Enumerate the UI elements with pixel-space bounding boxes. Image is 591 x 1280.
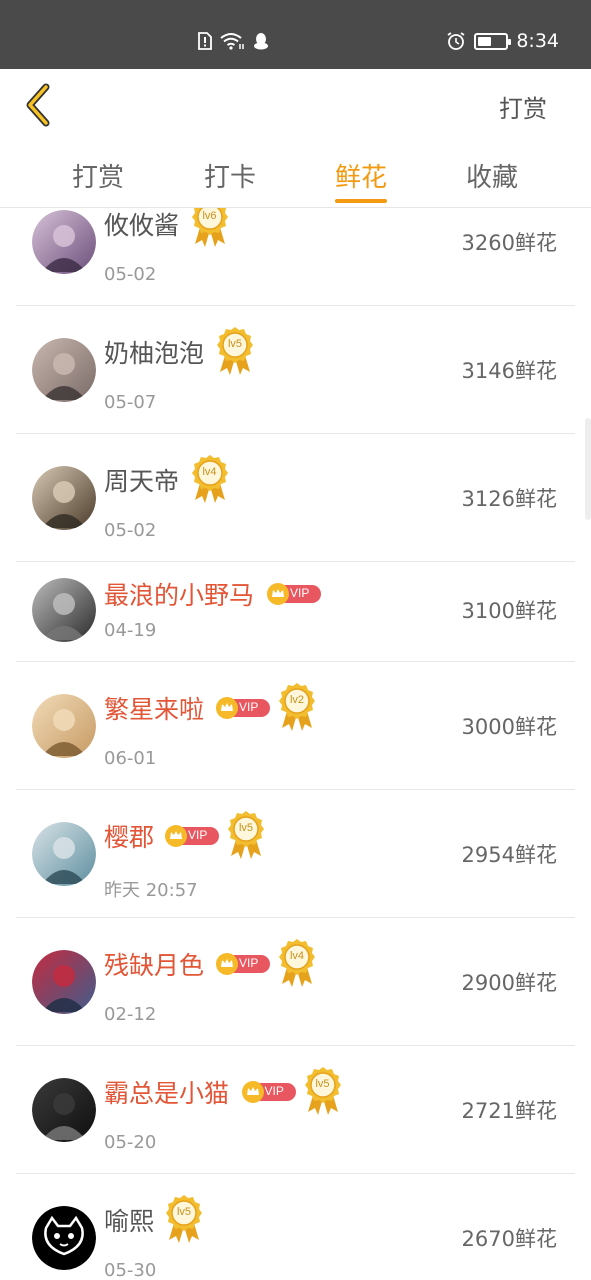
status-icons-right: 8:34 xyxy=(446,30,559,52)
level-badge-label: lv5 xyxy=(176,1206,192,1218)
vip-badge: VIP xyxy=(241,1081,296,1103)
tab-bar: 打赏 打卡 鲜花 收藏 xyxy=(0,141,591,208)
level-badge: lv5 xyxy=(165,1194,203,1244)
level-badge-label: lv2 xyxy=(289,694,305,706)
date-label: 05-02 xyxy=(104,264,157,285)
list-item[interactable]: 奶柚泡泡 lv5 05-07 3146鲜花 xyxy=(16,306,575,434)
vip-badge-label: VIP xyxy=(290,586,310,600)
flower-ranking-list: 攸攸酱 lv6 05-02 3260鲜花 奶柚泡泡 lv5 05-07 3146鲜花 周… xyxy=(16,208,575,1280)
alarm-icon xyxy=(447,32,465,50)
level-badge: lv5 xyxy=(227,810,265,860)
user-name: 攸攸酱 xyxy=(104,211,180,240)
level-badge: lv5 xyxy=(304,1066,342,1116)
list-item[interactable]: 攸攸酱 lv6 05-02 3260鲜花 xyxy=(16,208,575,306)
avatar[interactable] xyxy=(32,466,96,530)
date-label: 昨天 20:57 xyxy=(104,880,198,901)
tab-checkin[interactable]: 打卡 xyxy=(180,157,280,194)
level-badge-label: lv5 xyxy=(315,1078,330,1090)
user-name: 最浪的小野马 xyxy=(104,581,255,610)
status-icons-center xyxy=(196,32,270,50)
avatar[interactable] xyxy=(32,1206,96,1270)
level-badge: lv6 xyxy=(191,208,229,248)
header-bar: 打赏 xyxy=(0,69,591,141)
level-badge: lv5 xyxy=(216,326,254,376)
user-name: 残缺月色 xyxy=(104,951,205,980)
user-name: 霸总是小猫 xyxy=(104,1079,230,1108)
user-name: 樱郡 xyxy=(104,823,155,852)
level-badge-label: lv4 xyxy=(202,466,217,478)
back-button[interactable] xyxy=(20,83,60,127)
flower-count: 2670鲜花 xyxy=(461,1227,557,1251)
chevron-left-icon xyxy=(26,83,50,127)
user-name: 周天帝 xyxy=(104,467,180,496)
list-item[interactable]: 喻熙 lv5 05-30 2670鲜花 xyxy=(16,1174,575,1280)
avatar[interactable] xyxy=(32,822,96,886)
date-label: 06-01 xyxy=(104,748,157,769)
user-name: 繁星来啦 xyxy=(104,695,205,724)
level-badge: lv4 xyxy=(191,454,229,504)
avatar[interactable] xyxy=(32,338,96,402)
level-badge: lv4 xyxy=(278,938,316,988)
avatar[interactable] xyxy=(32,1078,96,1142)
avatar[interactable] xyxy=(32,210,96,274)
level-badge-label: lv6 xyxy=(202,210,217,222)
list-item[interactable]: 樱郡 VIP lv5 昨天 20:57 2954鲜花 xyxy=(16,790,575,918)
date-label: 04-19 xyxy=(104,620,157,641)
reward-action-button[interactable]: 打赏 xyxy=(499,89,547,124)
user-name: 喻熙 xyxy=(104,1207,155,1236)
vip-badge: VIP xyxy=(216,953,270,975)
level-badge: lv2 xyxy=(278,682,316,732)
wifi-icon xyxy=(220,33,244,50)
flower-count: 3100鲜花 xyxy=(461,599,557,623)
date-label: 05-07 xyxy=(104,392,157,413)
date-label: 05-02 xyxy=(104,520,157,541)
flower-count: 2721鲜花 xyxy=(461,1099,557,1123)
vip-badge: VIP xyxy=(165,825,219,847)
tab-flowers[interactable]: 鲜花 xyxy=(311,157,411,194)
scroll-indicator xyxy=(585,418,591,520)
flower-count: 3000鲜花 xyxy=(461,715,557,739)
flower-count: 3260鲜花 xyxy=(461,231,557,255)
vip-badge-label: VIP xyxy=(188,828,208,842)
flower-count: 2900鲜花 xyxy=(461,971,557,995)
avatar[interactable] xyxy=(32,578,96,642)
avatar[interactable] xyxy=(32,950,96,1014)
tab-favorites[interactable]: 收藏 xyxy=(442,157,542,194)
flower-count: 3126鲜花 xyxy=(461,487,557,511)
vip-badge: VIP xyxy=(267,583,321,605)
date-label: 05-20 xyxy=(104,1132,157,1153)
level-badge-label: lv4 xyxy=(289,950,305,962)
list-item[interactable]: 繁星来啦 VIP lv2 06-01 3000鲜花 xyxy=(16,662,575,790)
battery-icon xyxy=(474,32,512,50)
list-item[interactable]: 最浪的小野马 VIP 04-19 3100鲜花 xyxy=(16,562,575,662)
avatar[interactable] xyxy=(32,694,96,758)
vip-badge-label: VIP xyxy=(264,1084,284,1098)
vip-badge: VIP xyxy=(216,697,270,719)
date-label: 02-12 xyxy=(104,1004,157,1025)
level-badge-label: lv5 xyxy=(238,822,254,834)
status-bar: 8:34 xyxy=(0,0,591,69)
level-badge-label: lv5 xyxy=(227,338,243,350)
flower-count: 2954鲜花 xyxy=(461,843,557,867)
list-item[interactable]: 周天帝 lv4 05-02 3126鲜花 xyxy=(16,434,575,562)
user-name: 奶柚泡泡 xyxy=(104,339,205,368)
flower-count: 3146鲜花 xyxy=(461,359,557,383)
vip-badge-label: VIP xyxy=(239,956,259,970)
tab-reward[interactable]: 打赏 xyxy=(48,157,148,194)
vip-badge-label: VIP xyxy=(239,700,259,714)
date-label: 05-30 xyxy=(104,1260,157,1280)
sim-alert-icon xyxy=(198,32,212,50)
active-tab-indicator xyxy=(335,199,387,203)
list-item[interactable]: 霸总是小猫 VIP lv5 05-20 2721鲜花 xyxy=(16,1046,575,1174)
qq-icon xyxy=(254,33,268,50)
list-item[interactable]: 残缺月色 VIP lv4 02-12 2900鲜花 xyxy=(16,918,575,1046)
status-time: 8:34 xyxy=(516,30,559,52)
